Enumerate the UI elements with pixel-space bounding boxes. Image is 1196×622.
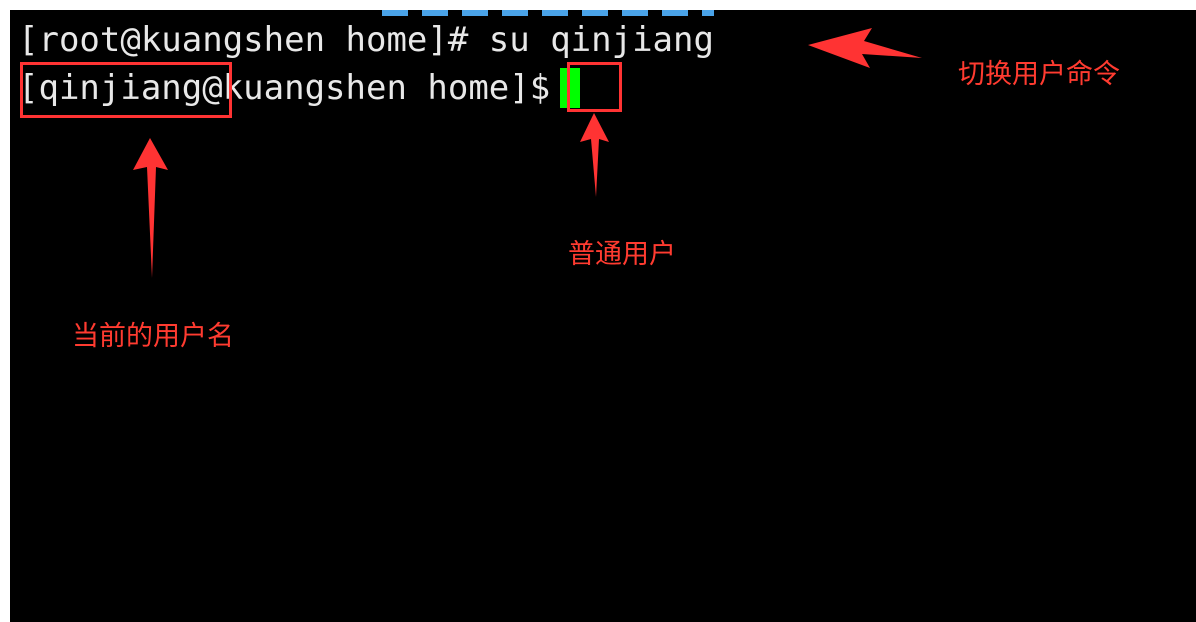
prompt-symbol: ]$	[509, 68, 551, 108]
terminal-line-1: [root@kuangshen home]# su qinjiang	[18, 20, 714, 60]
screenshot-canvas: [root@kuangshen home]# su qinjiang [qinj…	[0, 0, 1196, 622]
annotation-current-username: 当前的用户名	[72, 321, 234, 352]
annotation-normal-user: 普通用户	[568, 239, 676, 270]
scrolled-text-fragment	[382, 10, 714, 16]
username-highlight-box	[20, 62, 232, 118]
dollar-highlight-box	[567, 62, 622, 112]
prompt-host-dir: @kuangshen home	[202, 68, 510, 108]
annotation-switch-user-command: 切换用户命令	[958, 59, 1120, 90]
su-command-text: [root@kuangshen home]# su qinjiang	[18, 20, 714, 60]
